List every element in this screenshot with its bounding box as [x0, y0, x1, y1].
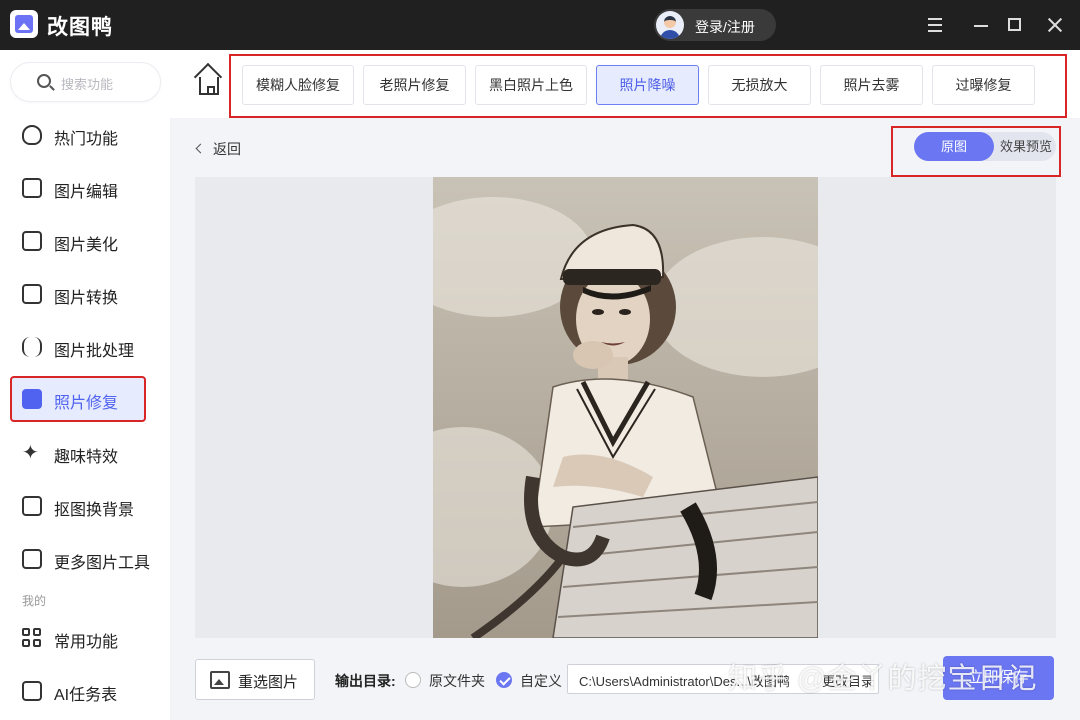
- grid-icon: [22, 628, 42, 648]
- login-button[interactable]: 登录/注册: [654, 9, 776, 41]
- tab-denoise[interactable]: 照片降噪: [596, 65, 699, 105]
- tab-upscale[interactable]: 无损放大: [708, 65, 811, 105]
- toggle-original[interactable]: 原图: [914, 132, 994, 161]
- toggle-preview[interactable]: 效果预览: [996, 132, 1056, 161]
- sidebar-item-label: 图片转换: [54, 290, 119, 307]
- sidebar-item-batch[interactable]: 图片批处理: [10, 324, 162, 370]
- sidebar-item-label: 照片修复: [54, 395, 119, 412]
- sidebar-item-label: 常用功能: [54, 634, 119, 651]
- sidebar-item-image-convert[interactable]: 图片转换: [10, 271, 162, 317]
- reselect-image-button[interactable]: 重选图片: [195, 659, 315, 700]
- sidebar-item-image-edit[interactable]: 图片编辑: [10, 165, 162, 211]
- sidebar-item-photo-repair[interactable]: 照片修复: [10, 376, 146, 422]
- batch-icon: [22, 337, 42, 357]
- minimize-icon[interactable]: [970, 14, 992, 36]
- toolbox-icon: [22, 549, 42, 569]
- radio-source-label: 原文件夹: [429, 673, 485, 689]
- search-icon: [37, 74, 51, 88]
- view-toggle: 原图 效果预览: [914, 132, 1056, 161]
- home-icon[interactable]: [199, 77, 219, 95]
- fire-icon: [22, 125, 42, 145]
- sidebar-item-ai-tasks[interactable]: AI任务表: [10, 668, 162, 714]
- app-logo-icon: [10, 10, 38, 38]
- tab-colorize[interactable]: 黑白照片上色: [475, 65, 587, 105]
- tab-blur-face-repair[interactable]: 模糊人脸修复: [242, 65, 354, 105]
- login-label: 登录/注册: [695, 19, 755, 35]
- sidebar-item-cutout[interactable]: 抠图换背景: [10, 483, 162, 529]
- search-placeholder: 搜索功能: [61, 77, 114, 92]
- tab-old-photo-repair[interactable]: 老照片修复: [363, 65, 466, 105]
- tab-overexposure-repair[interactable]: 过曝修复: [932, 65, 1035, 105]
- back-label: 返回: [213, 141, 241, 157]
- avatar: [656, 11, 684, 39]
- tab-dehaze[interactable]: 照片去雾: [820, 65, 923, 105]
- sidebar-item-label: 热门功能: [54, 131, 119, 148]
- ai-task-icon: [22, 681, 42, 701]
- sidebar-item-label: 更多图片工具: [54, 555, 151, 572]
- search-input[interactable]: 搜索功能: [10, 62, 161, 102]
- sidebar: 搜索功能 热门功能 图片编辑 图片美化 图片转换 图片批处理 照片修复 趣味特效…: [0, 50, 170, 720]
- radio-source-folder[interactable]: [405, 672, 421, 688]
- watermark: 知乎 @金丫的挖宝日记: [728, 663, 1038, 695]
- image-icon: [210, 671, 230, 689]
- photo: [433, 177, 818, 638]
- feature-toolbar: 模糊人脸修复 老照片修复 黑白照片上色 照片降噪 无损放大 照片去雾 过曝修复: [170, 50, 1080, 118]
- app-title: 改图鸭: [47, 16, 113, 39]
- sidebar-item-label: AI任务表: [54, 687, 118, 704]
- sidebar-item-label: 图片批处理: [54, 343, 135, 360]
- sidebar-item-hot[interactable]: 热门功能: [10, 112, 162, 158]
- title-bar: 改图鸭 登录/注册: [0, 0, 1080, 50]
- image-edit-icon: [22, 178, 42, 198]
- sidebar-item-label: 抠图换背景: [54, 502, 135, 519]
- image-preview: [195, 177, 1056, 638]
- chevron-left-icon: [195, 143, 206, 154]
- sidebar-item-fun-effects[interactable]: 趣味特效: [10, 430, 162, 476]
- back-button[interactable]: 返回: [195, 139, 241, 159]
- cutout-icon: [22, 496, 42, 516]
- sidebar-item-label: 图片美化: [54, 237, 119, 254]
- sidebar-item-more-tools[interactable]: 更多图片工具: [10, 536, 162, 582]
- photo-repair-icon: [22, 389, 42, 409]
- sparkle-icon: [22, 440, 42, 465]
- sidebar-item-label: 趣味特效: [54, 449, 119, 466]
- sidebar-item-image-beautify[interactable]: 图片美化: [10, 218, 162, 264]
- reselect-label: 重选图片: [238, 674, 299, 691]
- section-mine-heading: 我的: [22, 594, 47, 608]
- radio-custom[interactable]: [496, 672, 512, 688]
- menu-icon[interactable]: [924, 14, 946, 36]
- close-icon[interactable]: [1044, 14, 1066, 36]
- sidebar-item-common[interactable]: 常用功能: [10, 615, 162, 661]
- sidebar-item-label: 图片编辑: [54, 184, 119, 201]
- output-dir-label: 输出目录:: [335, 673, 396, 689]
- maximize-icon[interactable]: [1004, 14, 1026, 36]
- image-beautify-icon: [22, 231, 42, 251]
- radio-custom-label: 自定义: [520, 673, 562, 689]
- image-convert-icon: [22, 284, 42, 304]
